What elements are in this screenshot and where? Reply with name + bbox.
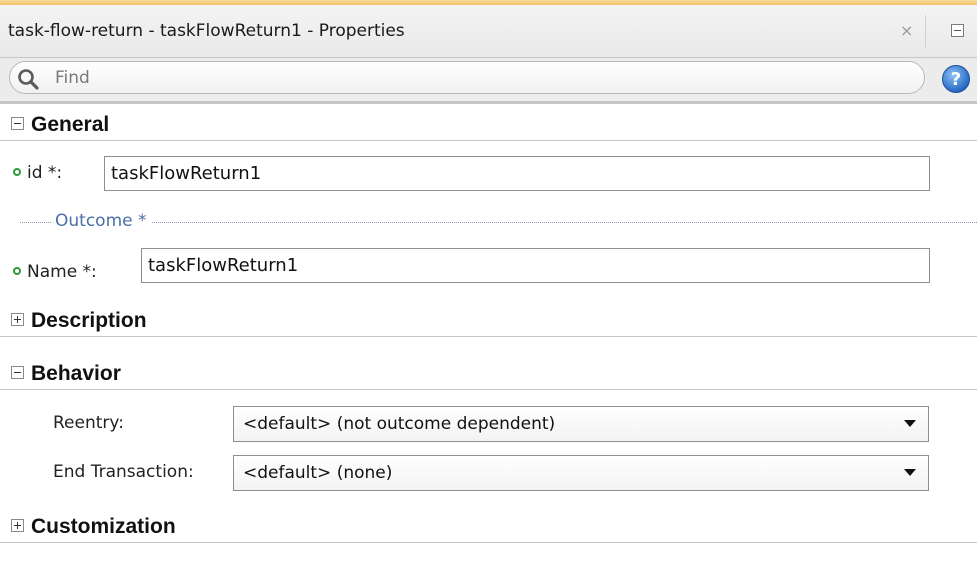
close-icon[interactable]: × (900, 21, 913, 40)
name-field[interactable] (141, 248, 930, 283)
titlebar-divider (925, 15, 926, 47)
section-behavior-header[interactable]: Behavior (0, 361, 977, 390)
collapse-icon[interactable] (11, 117, 24, 130)
svg-text:?: ? (951, 69, 961, 90)
reentry-select-value: <default> (not outcome dependent) (243, 414, 556, 434)
section-behavior-title: Behavior (31, 362, 121, 385)
expand-icon[interactable] (11, 519, 24, 532)
outcome-group-label: Outcome * (51, 211, 151, 231)
minimize-icon[interactable] (951, 24, 964, 37)
chevron-down-icon[interactable] (904, 469, 916, 476)
search-bar: ? (0, 58, 977, 101)
reentry-select[interactable]: <default> (not outcome dependent) (233, 406, 929, 442)
end-transaction-select[interactable]: <default> (none) (233, 455, 929, 491)
id-label: id *: (27, 163, 63, 183)
section-description-header[interactable]: Description (0, 308, 977, 337)
required-indicator-icon (13, 168, 21, 176)
section-customization-header[interactable]: Customization (0, 514, 977, 543)
search-icon (18, 69, 39, 90)
collapse-icon[interactable] (11, 366, 24, 379)
section-general-header[interactable]: General (0, 112, 977, 141)
section-customization-title: Customization (31, 515, 176, 538)
name-label: Name *: (27, 262, 97, 282)
window-titlebar: task-flow-return - taskFlowReturn1 - Pro… (0, 5, 977, 58)
end-transaction-label: End Transaction: (53, 462, 194, 482)
window-title: task-flow-return - taskFlowReturn1 - Pro… (8, 21, 405, 41)
search-box[interactable] (9, 61, 925, 94)
help-icon[interactable]: ? (941, 64, 971, 94)
id-field[interactable] (104, 156, 930, 191)
search-input[interactable] (55, 66, 905, 90)
expand-icon[interactable] (11, 313, 24, 326)
required-indicator-icon (13, 267, 21, 275)
properties-window: task-flow-return - taskFlowReturn1 - Pro… (0, 0, 977, 575)
end-transaction-select-value: <default> (none) (243, 463, 393, 483)
outcome-group-divider (20, 222, 977, 223)
section-description-title: Description (31, 309, 147, 332)
chevron-down-icon[interactable] (904, 420, 916, 427)
content-divider (0, 101, 977, 104)
reentry-label: Reentry: (53, 413, 124, 433)
section-general-title: General (31, 113, 110, 136)
